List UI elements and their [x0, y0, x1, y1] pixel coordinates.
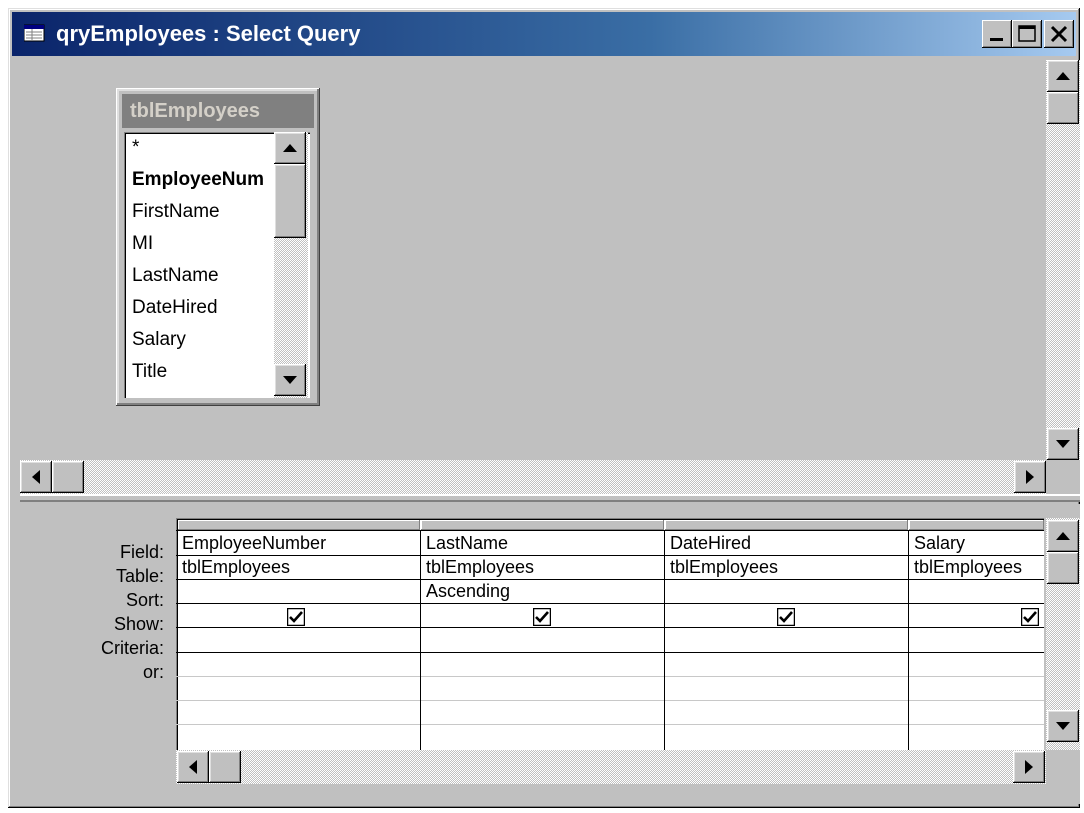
row-label-field: Field:: [119, 542, 164, 562]
arrow-down-icon: [283, 376, 297, 384]
field-list-window[interactable]: tblEmployees * EmployeeNum FirstName MI …: [116, 88, 320, 406]
field-item[interactable]: MI: [132, 228, 153, 260]
show-checkbox[interactable]: [777, 608, 795, 626]
upper-vscroll-thumb[interactable]: [1047, 92, 1079, 124]
design-grid-pane: Field: Table: Sort: Show: Criteria: or:: [20, 504, 1080, 804]
grid-line: [176, 652, 1044, 653]
minimize-icon: [990, 38, 1003, 41]
table-pane[interactable]: tblEmployees * EmployeeNum FirstName MI …: [20, 60, 1080, 494]
arrow-down-icon: [1056, 440, 1070, 448]
upper-hscroll-thumb[interactable]: [52, 461, 84, 493]
grid-line: [664, 530, 665, 750]
grid-scroll-left[interactable]: [177, 751, 209, 783]
field-cell[interactable]: EmployeeNumber: [182, 530, 418, 556]
grid-line: [908, 530, 909, 750]
row-label-table: Table:: [115, 566, 164, 586]
close-button[interactable]: [1044, 20, 1074, 48]
arrow-up-icon: [1056, 72, 1070, 80]
query-icon: [24, 24, 45, 42]
show-checkbox[interactable]: [533, 608, 551, 626]
sort-cell[interactable]: [182, 578, 418, 604]
field-item[interactable]: Title: [132, 356, 167, 388]
field-item[interactable]: LastName: [132, 260, 219, 292]
arrow-right-icon: [1025, 760, 1033, 774]
field-item[interactable]: DateHired: [132, 292, 218, 324]
window-title: qryEmployees : Select Query: [56, 21, 361, 46]
upper-scroll-up[interactable]: [1047, 60, 1079, 92]
arrow-up-icon: [1056, 532, 1070, 540]
grid-scroll-down[interactable]: [1047, 710, 1079, 742]
table-cell[interactable]: tblEmployees: [670, 554, 906, 580]
field-item[interactable]: *: [132, 132, 139, 164]
column-selector[interactable]: [421, 520, 664, 530]
sort-cell[interactable]: [670, 578, 906, 604]
field-list-scroll-down[interactable]: [274, 364, 306, 396]
query-window: qryEmployees : Select Query tblEmployees: [8, 8, 1080, 808]
arrow-down-icon: [1056, 722, 1070, 730]
design-grid[interactable]: EmployeeNumber tblEmployees LastName tbl…: [176, 518, 1044, 750]
row-label-or: or:: [142, 662, 164, 682]
upper-scroll-down[interactable]: [1047, 428, 1079, 460]
field-item[interactable]: FirstName: [132, 196, 220, 228]
grid-line: [420, 530, 421, 750]
field-list-title[interactable]: tblEmployees: [122, 94, 314, 128]
scroll-corner: [1046, 460, 1080, 494]
upper-scroll-left[interactable]: [20, 461, 52, 493]
grid-horizontal-scrollbar[interactable]: [176, 750, 1046, 784]
sort-cell[interactable]: [914, 578, 1040, 604]
pane-splitter[interactable]: [20, 494, 1080, 502]
row-label-criteria: Criteria:: [100, 638, 164, 658]
arrow-left-icon: [32, 470, 40, 484]
column-selector[interactable]: [665, 520, 908, 530]
field-cell[interactable]: DateHired: [670, 530, 906, 556]
show-checkbox[interactable]: [287, 608, 305, 626]
arrow-up-icon: [283, 144, 297, 152]
field-item[interactable]: Salary: [132, 324, 186, 356]
maximize-button[interactable]: [1012, 20, 1042, 48]
arrow-left-icon: [189, 760, 197, 774]
table-cell[interactable]: tblEmployees: [426, 554, 662, 580]
maximize-icon: [1018, 25, 1036, 42]
grid-line: [176, 627, 1044, 628]
grid-line: [176, 724, 1044, 725]
show-checkbox[interactable]: [1021, 608, 1039, 626]
table-cell[interactable]: tblEmployees: [914, 554, 1040, 580]
title-bar[interactable]: qryEmployees : Select Query: [12, 12, 1076, 56]
upper-horizontal-scrollbar[interactable]: [20, 460, 1046, 494]
grid-hscroll-thumb[interactable]: [209, 751, 241, 783]
field-list[interactable]: * EmployeeNum FirstName MI LastName Date…: [124, 132, 310, 398]
minimize-button[interactable]: [982, 20, 1012, 48]
grid-scroll-up[interactable]: [1047, 520, 1079, 552]
column-selector[interactable]: [909, 520, 1044, 530]
field-item-primary-key[interactable]: EmployeeNum: [132, 164, 264, 196]
arrow-right-icon: [1026, 470, 1034, 484]
field-cell[interactable]: Salary: [914, 530, 1040, 556]
grid-line: [176, 700, 1044, 701]
column-selector[interactable]: [178, 520, 420, 530]
grid-vscroll-thumb[interactable]: [1047, 552, 1079, 584]
row-label-show: Show:: [113, 614, 164, 634]
close-icon: [1050, 25, 1068, 43]
table-cell[interactable]: tblEmployees: [182, 554, 418, 580]
grid-line: [176, 676, 1044, 677]
row-label-sort: Sort:: [125, 590, 164, 610]
grid-scroll-right[interactable]: [1013, 751, 1045, 783]
field-list-scroll-thumb[interactable]: [274, 164, 306, 238]
sort-cell[interactable]: Ascending: [426, 578, 662, 604]
upper-scroll-right[interactable]: [1014, 461, 1046, 493]
field-list-scroll-up[interactable]: [274, 132, 306, 164]
field-cell[interactable]: LastName: [426, 530, 662, 556]
